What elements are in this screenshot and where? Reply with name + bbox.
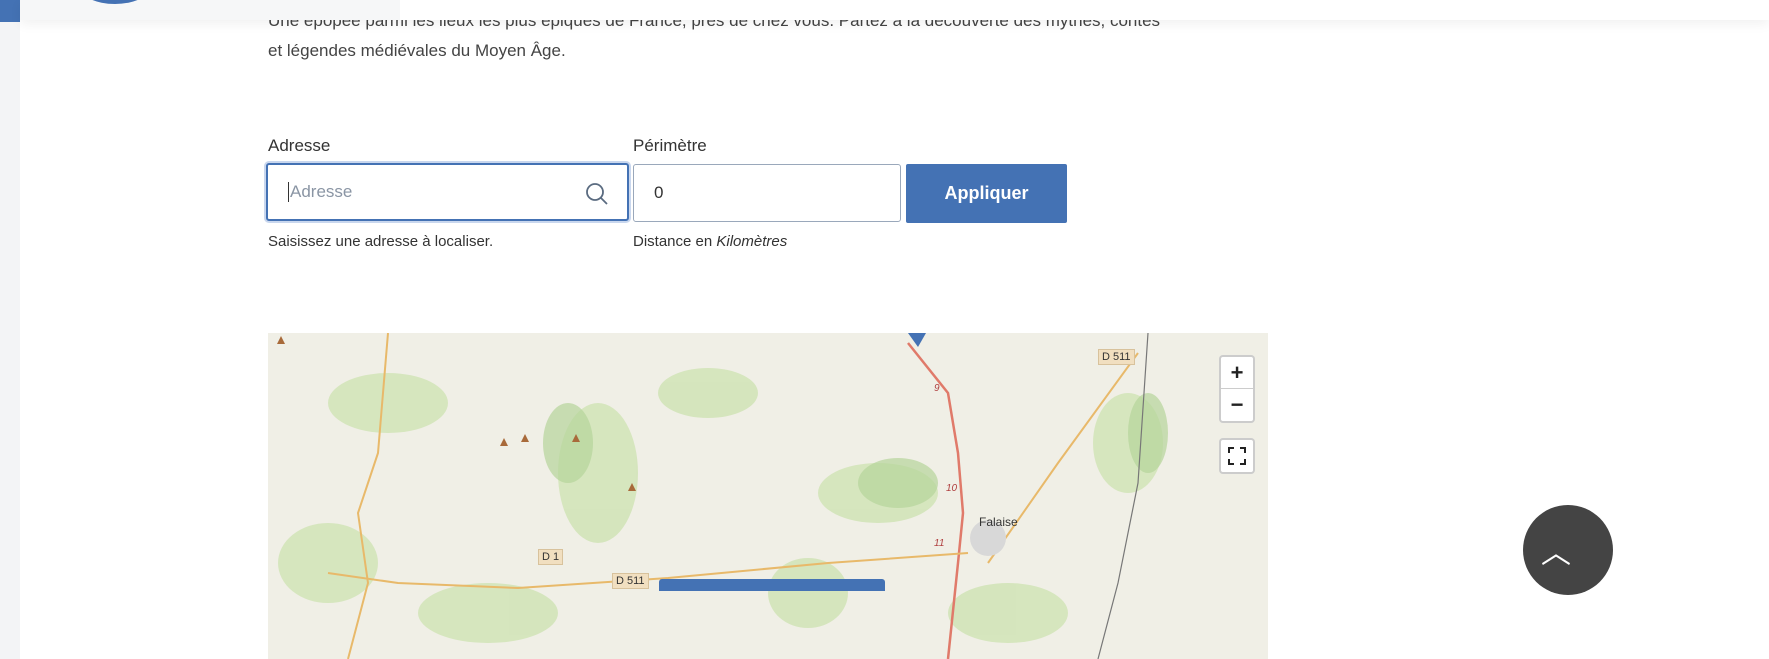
- zoom-in-button[interactable]: +: [1221, 357, 1253, 389]
- address-input[interactable]: Adresse: [266, 163, 629, 221]
- address-label: Adresse: [268, 136, 331, 155]
- logo-area: [20, 0, 400, 20]
- site-header: [20, 0, 1769, 20]
- perimeter-value: 0: [654, 183, 664, 202]
- perimeter-help-prefix: Distance en: [633, 233, 717, 250]
- perimeter-help-unit: Kilomètres: [716, 233, 788, 250]
- map-tiles: [277, 333, 1168, 659]
- map-popup-bar[interactable]: [659, 579, 885, 591]
- map-label-d511: D 511: [612, 573, 649, 589]
- map[interactable]: Falaise D 511 D 511 D 1 9 10 11 + −: [268, 333, 1268, 659]
- search-icon[interactable]: [585, 182, 609, 206]
- intro-line-2: et légendes médiévales du Moyen Âge.: [268, 41, 566, 60]
- map-label-falaise: Falaise: [979, 515, 1018, 529]
- address-placeholder: Adresse: [288, 182, 353, 202]
- map-label-km10: 10: [946, 483, 958, 494]
- fullscreen-icon: [1221, 440, 1253, 472]
- scroll-to-top-button[interactable]: ︿: [1523, 505, 1613, 595]
- site-logo[interactable]: [80, 0, 150, 4]
- fullscreen-button[interactable]: [1219, 438, 1255, 474]
- zoom-control: + −: [1219, 355, 1255, 423]
- address-help: Saisissez une adresse à localiser.: [268, 233, 494, 250]
- zoom-out-button[interactable]: −: [1221, 389, 1253, 421]
- map-label-d511: D 511: [1098, 349, 1135, 365]
- perimeter-help: Distance en Kilomètres: [633, 233, 787, 250]
- map-label-d1: D 1: [538, 549, 564, 565]
- apply-button[interactable]: Appliquer: [906, 164, 1067, 223]
- perimeter-input[interactable]: 0: [633, 164, 901, 222]
- chevron-up-icon: ︿: [1541, 537, 1571, 570]
- perimeter-label: Périmètre: [633, 136, 707, 155]
- rail-accent: [0, 0, 20, 22]
- map-label-km11: 11: [934, 538, 945, 549]
- left-rail: [0, 0, 20, 659]
- map-label-km9: 9: [934, 383, 940, 394]
